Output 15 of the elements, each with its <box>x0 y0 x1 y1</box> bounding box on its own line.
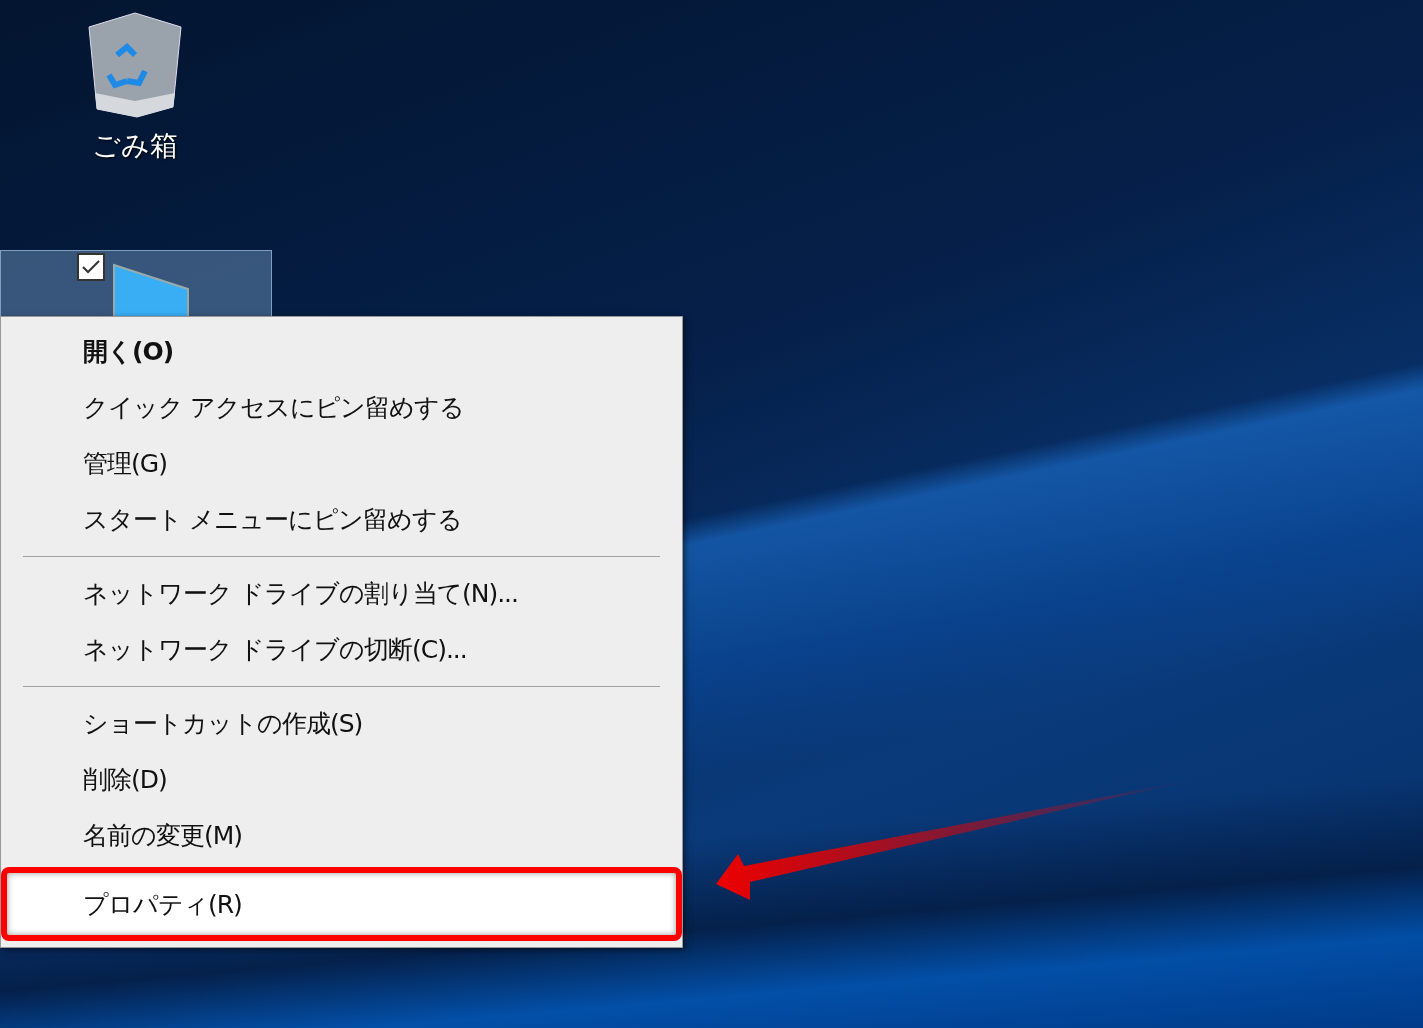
menu-item[interactable]: 名前の変更(M) <box>1 807 682 863</box>
menu-item[interactable]: 管理(G) <box>1 435 682 491</box>
desktop-icon[interactable]: ごみ箱 <box>60 10 210 180</box>
checkbox[interactable] <box>77 253 105 281</box>
menu-item[interactable]: ネットワーク ドライブの割り当て(N)... <box>1 565 682 621</box>
menu-item[interactable]: ショートカットの作成(S) <box>1 695 682 751</box>
menu-item[interactable]: クイック アクセスにピン留めする <box>1 379 682 435</box>
checkmark-icon <box>81 259 101 275</box>
recycle-bin-icon <box>87 11 183 119</box>
menu-item[interactable]: プロパティ(R) <box>1 867 682 941</box>
icon-label: ごみ箱 <box>92 128 178 164</box>
menu-item[interactable]: 削除(D) <box>1 751 682 807</box>
menu-item[interactable]: ネットワーク ドライブの切断(C)... <box>1 621 682 677</box>
menu-item[interactable]: スタート メニューにピン留めする <box>1 491 682 547</box>
menu-item[interactable]: 開く(O) <box>1 323 682 379</box>
